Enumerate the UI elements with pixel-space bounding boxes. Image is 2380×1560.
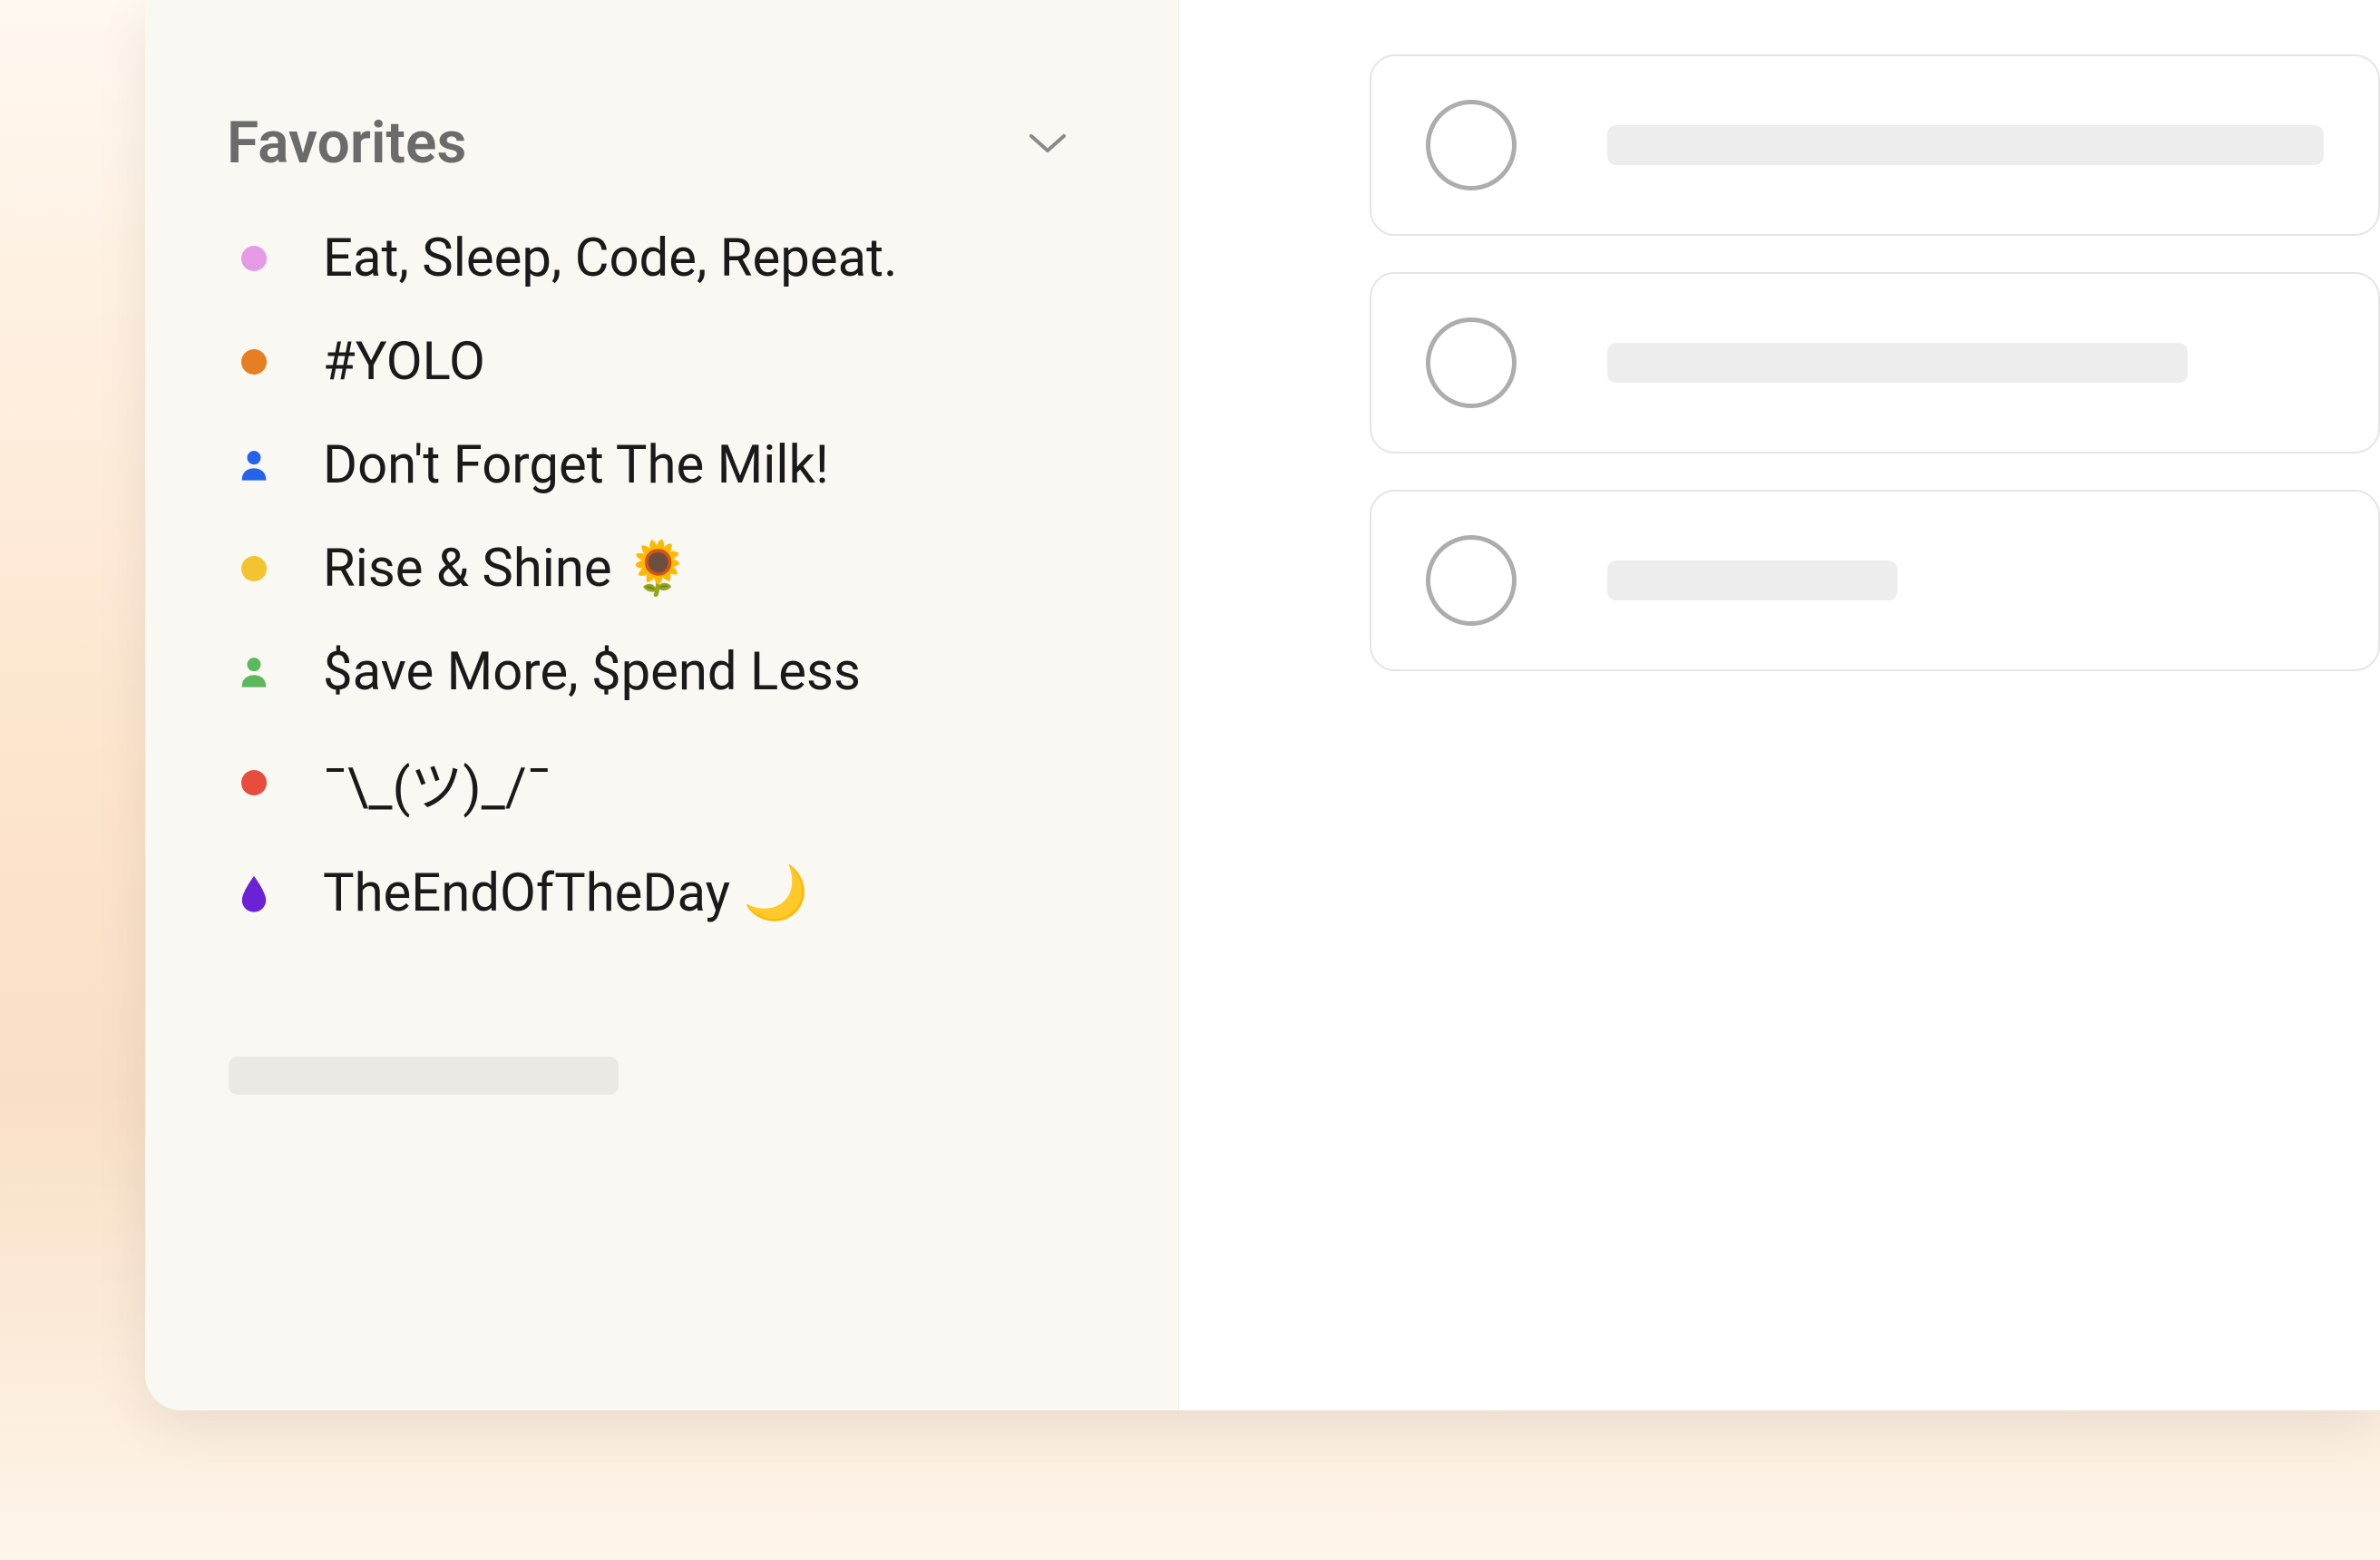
task-card[interactable] bbox=[1370, 54, 2380, 236]
app-window: Favorites Eat, Sleep, Code, Repeat. #YOL… bbox=[145, 0, 2380, 1410]
task-card[interactable] bbox=[1370, 490, 2380, 671]
favorite-item-milk[interactable]: Don't Forget The Milk! bbox=[227, 420, 1106, 511]
task-placeholder bbox=[1607, 561, 1897, 600]
favorite-item-rise-shine[interactable]: Rise & Shine 🌻 bbox=[227, 523, 1106, 614]
task-card[interactable] bbox=[1370, 272, 2380, 453]
favorite-item-eat-sleep-code[interactable]: Eat, Sleep, Code, Repeat. bbox=[227, 213, 1106, 304]
favorite-label: Don't Forget The Milk! bbox=[323, 434, 829, 496]
favorite-label: TheEndOfTheDay 🌙 bbox=[323, 863, 809, 924]
favorite-label: Rise & Shine 🌻 bbox=[323, 538, 690, 600]
favorite-label: ¯\_(ツ)_/¯ bbox=[323, 745, 551, 821]
main-content bbox=[1179, 0, 2380, 1410]
chevron-down-icon[interactable] bbox=[1026, 122, 1069, 165]
task-placeholder bbox=[1607, 343, 2188, 383]
dot-icon bbox=[236, 240, 272, 277]
favorite-label: $ave More, $pend Less bbox=[323, 641, 861, 703]
favorite-label: Eat, Sleep, Code, Repeat. bbox=[323, 228, 897, 289]
favorites-title: Favorites bbox=[227, 109, 466, 177]
task-checkbox[interactable] bbox=[1426, 317, 1517, 408]
person-icon bbox=[236, 447, 272, 483]
favorites-list: Eat, Sleep, Code, Repeat. #YOLO Don't Fo… bbox=[227, 213, 1106, 939]
dot-icon bbox=[236, 344, 272, 380]
favorite-label: #YOLO bbox=[323, 331, 485, 393]
task-checkbox[interactable] bbox=[1426, 100, 1517, 190]
task-checkbox[interactable] bbox=[1426, 535, 1517, 626]
favorites-section-header[interactable]: Favorites bbox=[227, 109, 1106, 177]
favorite-item-yolo[interactable]: #YOLO bbox=[227, 317, 1106, 407]
sidebar-placeholder bbox=[229, 1057, 619, 1095]
task-placeholder bbox=[1607, 125, 2324, 165]
dot-icon bbox=[236, 765, 272, 801]
drop-icon bbox=[236, 875, 272, 912]
favorite-item-save-more[interactable]: $ave More, $pend Less bbox=[227, 627, 1106, 717]
person-icon bbox=[236, 654, 272, 690]
sidebar: Favorites Eat, Sleep, Code, Repeat. #YOL… bbox=[145, 0, 1179, 1410]
dot-icon bbox=[236, 551, 272, 587]
favorite-item-end-of-day[interactable]: TheEndOfTheDay 🌙 bbox=[227, 848, 1106, 939]
favorite-item-shrug[interactable]: ¯\_(ツ)_/¯ bbox=[227, 730, 1106, 835]
